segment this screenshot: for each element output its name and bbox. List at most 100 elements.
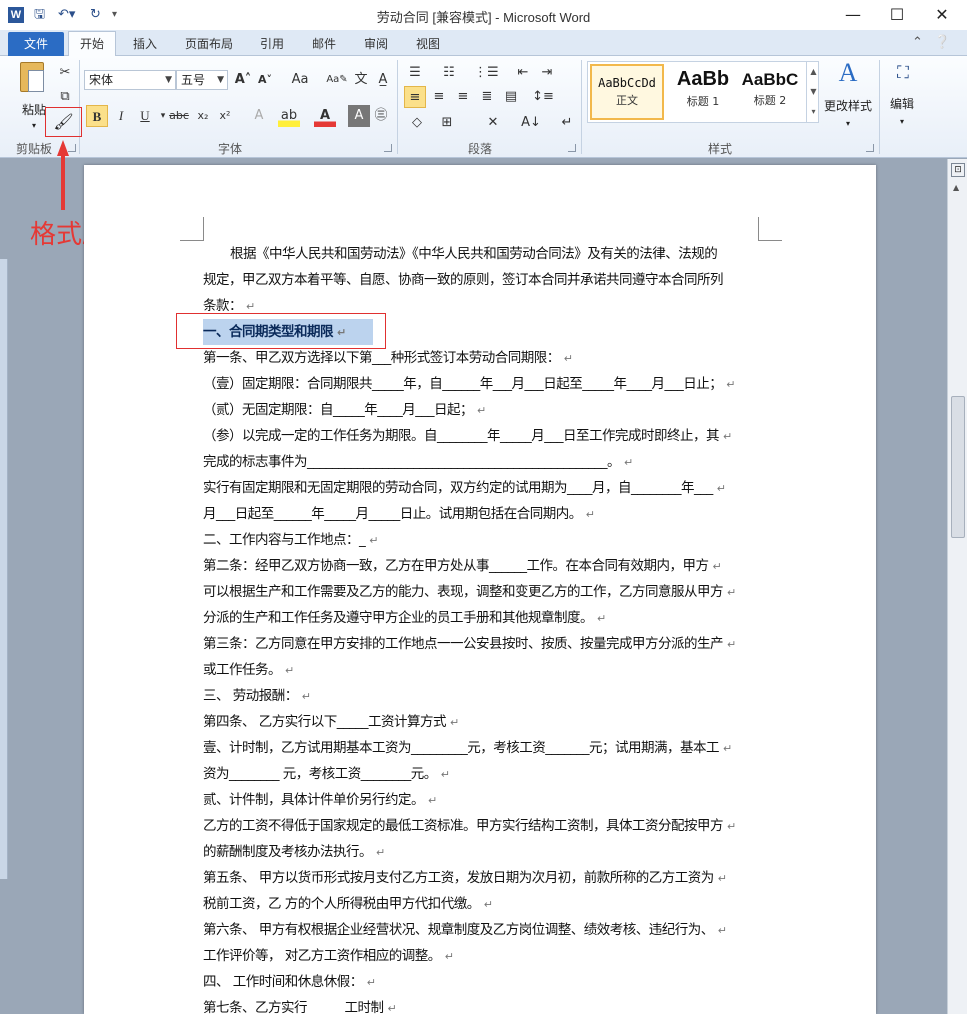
styles-dialog-launcher[interactable]: [866, 144, 874, 152]
phonetic-guide-icon[interactable]: 文: [350, 69, 372, 91]
document-paragraph[interactable]: 第四条、 乙方实行以下_____工资计算方式 ↵: [203, 709, 759, 735]
tab-references[interactable]: 引用: [252, 34, 292, 56]
highlight-icon[interactable]: ab: [278, 105, 300, 127]
font-color-icon[interactable]: A: [314, 105, 336, 127]
document-paragraph[interactable]: 税前工资，乙 方的个人所得税由甲方代扣代缴。 ↵: [203, 891, 759, 917]
document-paragraph[interactable]: 可以根据生产和工作需要及乙方的能力、表现，调整和变更乙方的工作，乙方同意服从甲方…: [203, 579, 759, 605]
style-heading-2[interactable]: AaBbC 标题 2: [738, 64, 802, 120]
close-button[interactable]: ✕: [922, 2, 962, 28]
superscript-button[interactable]: x²: [214, 105, 236, 127]
ruler-toggle-icon[interactable]: ⊡: [951, 163, 965, 177]
document-paragraph[interactable]: 规定，甲乙双方本着平等、自愿、协商一致的原则，签订本合同并承诺共同遵守本合同所列: [203, 267, 759, 293]
tab-view[interactable]: 视图: [408, 34, 448, 56]
vertical-scrollbar[interactable]: ⊡ ▲: [947, 159, 967, 1014]
document-paragraph[interactable]: 条款： ↵: [203, 293, 759, 319]
document-page[interactable]: 根据《中华人民共和国劳动法》《中华人民共和国劳动合同法》及有关的法律、法规的 规定…: [84, 165, 876, 1014]
grow-font-icon[interactable]: A˄: [232, 69, 254, 91]
bold-button[interactable]: B: [86, 105, 108, 127]
document-paragraph[interactable]: （贰）无固定期限：自_____年____月___日起； ↵: [203, 397, 759, 423]
change-styles-button[interactable]: 更改样式: [820, 96, 876, 116]
justify-icon[interactable]: ≣: [476, 86, 498, 108]
document-paragraph[interactable]: 的薪酬制度及考核办法执行。 ↵: [203, 839, 759, 865]
style-heading-1[interactable]: AaBb 标题 1: [666, 64, 740, 120]
scrollbar-thumb[interactable]: [951, 396, 965, 538]
font-size-select[interactable]: 五号 ▼: [176, 70, 228, 90]
paragraph-dialog-launcher[interactable]: [568, 144, 576, 152]
numbering-icon[interactable]: ☷: [438, 62, 460, 84]
tab-mailings[interactable]: 邮件: [304, 34, 344, 56]
maximize-button[interactable]: ☐: [877, 2, 917, 28]
chevron-down-icon[interactable]: ▾: [840, 114, 856, 134]
text-effects-icon[interactable]: A: [248, 105, 270, 127]
character-border-icon[interactable]: A̲: [372, 69, 394, 91]
shading-icon[interactable]: ◇: [406, 112, 428, 134]
document-paragraph[interactable]: （参）以完成一定的工作任务为期限。自________年_____月___日至工作…: [203, 423, 759, 449]
document-paragraph[interactable]: 月___日起至______年_____月_____日止。试用期包括在合同期内。 ↵: [203, 501, 759, 527]
document-paragraph[interactable]: 根据《中华人民共和国劳动法》《中华人民共和国劳动合同法》及有关的法律、法规的: [203, 241, 759, 267]
distributed-icon[interactable]: ▤: [500, 86, 522, 108]
line-spacing-icon[interactable]: ↕≡: [532, 86, 554, 108]
tab-file[interactable]: 文件: [8, 32, 64, 56]
clear-formatting-icon[interactable]: Aa✎: [326, 69, 348, 91]
italic-button[interactable]: I: [110, 105, 132, 127]
strikethrough-button[interactable]: abc: [168, 105, 190, 127]
align-left-button[interactable]: ≡: [404, 86, 426, 108]
paste-dropdown-icon[interactable]: ▾: [26, 116, 42, 136]
document-body[interactable]: 根据《中华人民共和国劳动法》《中华人民共和国劳动合同法》及有关的法律、法规的 规定…: [176, 241, 759, 1014]
change-case-button[interactable]: Aa: [286, 69, 314, 91]
minimize-button[interactable]: —: [833, 2, 873, 28]
editing-button[interactable]: 编辑: [884, 94, 920, 114]
document-paragraph[interactable]: 贰、计件制，具体计件单价另行约定。 ↵: [203, 787, 759, 813]
document-paragraph[interactable]: 资为________ 元，考核工资________元。 ↵: [203, 761, 759, 787]
document-paragraph[interactable]: 三、 劳动报酬： ↵: [203, 683, 759, 709]
tab-home[interactable]: 开始: [68, 31, 116, 57]
sort-icon[interactable]: A↓: [520, 112, 542, 134]
tab-insert[interactable]: 插入: [124, 34, 166, 56]
document-paragraph[interactable]: 乙方的工资不得低于国家规定的最低工资标准。甲方实行结构工资制，具体工资分配按甲方…: [203, 813, 759, 839]
enclose-characters-icon[interactable]: ㊂: [370, 105, 392, 127]
scroll-up-icon[interactable]: ▲: [953, 183, 959, 192]
document-paragraph[interactable]: 壹、计时制，乙方试用期基本工资为_________元，考核工资_______元；…: [203, 735, 759, 761]
decrease-indent-icon[interactable]: ⇤: [512, 62, 534, 84]
format-painter-button[interactable]: 🖌: [45, 107, 82, 137]
copy-icon[interactable]: ⧉: [54, 86, 76, 108]
document-paragraph[interactable]: 第二条：经甲乙双方协商一致，乙方在甲方处从事______工作。在本合同有效期内，…: [203, 553, 759, 579]
borders-icon[interactable]: ⊞: [436, 112, 458, 134]
document-paragraph[interactable]: 第三条：乙方同意在甲方安排的工作地点一一公安县按时、按质、按量完成甲方分派的生产…: [203, 631, 759, 657]
binoculars-icon[interactable]: ⛶: [890, 62, 916, 92]
tab-page-layout[interactable]: 页面布局: [178, 34, 240, 56]
document-paragraph[interactable]: 分派的生产和工作任务及遵守甲方企业的员工手册和其他规章制度。 ↵: [203, 605, 759, 631]
document-paragraph[interactable]: 完成的标志事件为________________________________…: [203, 449, 759, 475]
chevron-down-icon[interactable]: ▾: [894, 112, 910, 132]
character-shading-icon[interactable]: A: [348, 105, 370, 127]
font-name-select[interactable]: 宋体 ▼: [84, 70, 176, 90]
document-paragraph[interactable]: 一、合同期类型和期限 ↵: [203, 319, 759, 345]
styles-gallery-scroll[interactable]: ▲ ▼ ▾: [806, 62, 820, 122]
shrink-font-icon[interactable]: A˅: [254, 69, 276, 91]
document-paragraph[interactable]: （壹）固定期限：合同期限共_____年，自______年___月___日起至__…: [203, 371, 759, 397]
document-paragraph[interactable]: 第六条、 甲方有权根据企业经营状况、规章制度及乙方岗位调整、绩效考核、违纪行为、…: [203, 917, 759, 943]
align-right-icon[interactable]: ≡: [452, 86, 474, 108]
document-paragraph[interactable]: 第五条、 甲方以货币形式按月支付乙方工资，发放日期为次月初，前款所称的乙方工资为…: [203, 865, 759, 891]
chinese-layout-icon[interactable]: ✕: [482, 112, 504, 134]
help-icon[interactable]: ❔: [934, 35, 950, 50]
increase-indent-icon[interactable]: ⇥: [536, 62, 558, 84]
document-paragraph[interactable]: 工作评价等， 对乙方工资作相应的调整。 ↵: [203, 943, 759, 969]
show-marks-icon[interactable]: ↵: [556, 112, 578, 134]
bullets-icon[interactable]: ☰: [404, 62, 426, 84]
document-paragraph[interactable]: 或工作任务。 ↵: [203, 657, 759, 683]
align-center-icon[interactable]: ≡: [428, 86, 450, 108]
document-paragraph[interactable]: 第一条、甲乙双方选择以下第___种形式签订本劳动合同期限： ↵: [203, 345, 759, 371]
document-paragraph[interactable]: 四、 工作时间和休息休假： ↵: [203, 969, 759, 995]
ribbon-minimize-icon[interactable]: ⌃: [912, 35, 923, 50]
document-paragraph[interactable]: 第七条、乙方实行______工时制 ↵: [203, 995, 759, 1014]
document-paragraph[interactable]: 二、工作内容与工作地点：_ ↵: [203, 527, 759, 553]
style-normal[interactable]: AaBbCcDd 正文: [590, 64, 664, 120]
subscript-button[interactable]: x₂: [192, 105, 214, 127]
document-paragraph[interactable]: 实行有固定期限和无固定期限的劳动合同，双方约定的试用期为____月，自_____…: [203, 475, 759, 501]
tab-review[interactable]: 审阅: [356, 34, 396, 56]
multilevel-list-icon[interactable]: ⋮☰: [474, 62, 499, 84]
change-styles-icon[interactable]: A: [834, 60, 862, 94]
cut-icon[interactable]: ✂: [54, 62, 76, 84]
font-dialog-launcher[interactable]: [384, 144, 392, 152]
